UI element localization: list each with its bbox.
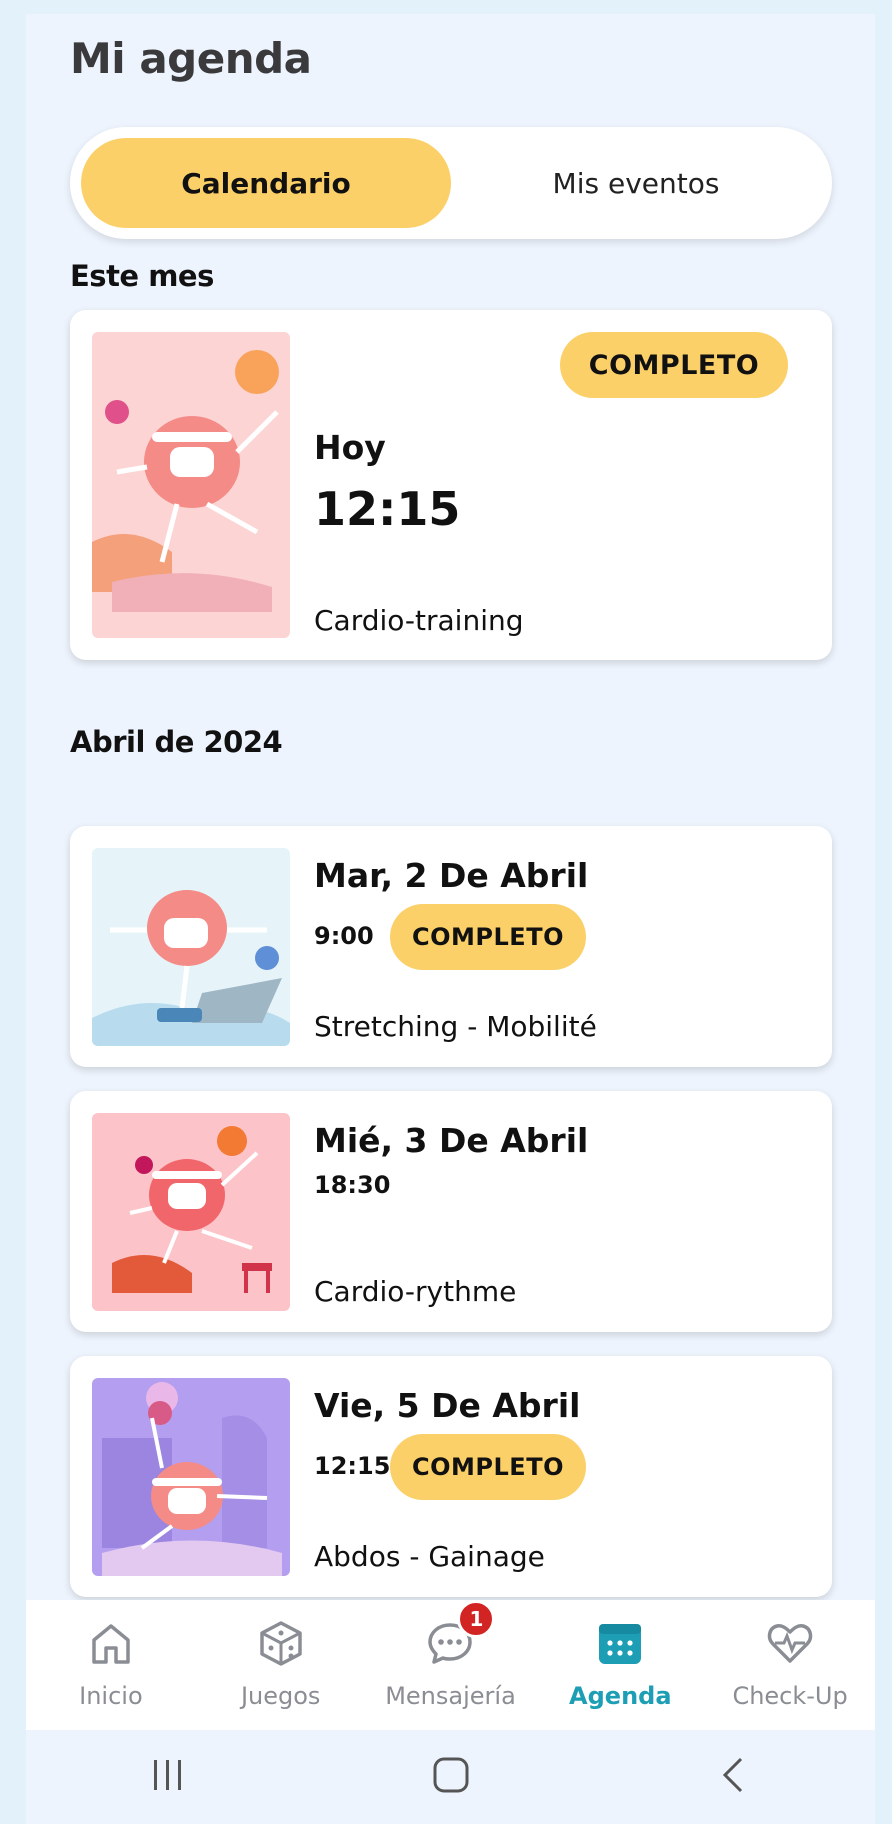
event-name: Abdos - Gainage <box>314 1540 545 1573</box>
nav-label: Agenda <box>569 1682 672 1710</box>
event-time: 12:15 <box>314 1452 391 1480</box>
event-date: Hoy <box>314 428 386 467</box>
nav-item-inicio[interactable]: Inicio <box>26 1600 196 1730</box>
event-card[interactable]: Mié, 3 De Abril 18:30 Cardio-rythme <box>70 1091 832 1332</box>
heart-pulse-icon <box>765 1618 815 1668</box>
section-title-this-month: Este mes <box>70 259 214 293</box>
event-thumbnail <box>92 1378 290 1576</box>
system-nav-bar <box>26 1730 875 1824</box>
status-badge: COMPLETO <box>560 332 788 398</box>
home-icon <box>86 1618 136 1668</box>
event-date: Mar, 2 De Abril <box>314 856 589 895</box>
nav-label: Check-Up <box>732 1682 848 1710</box>
tab-calendario[interactable]: Calendario <box>81 138 451 228</box>
event-thumbnail <box>92 1113 290 1311</box>
tab-mis-eventos[interactable]: Mis eventos <box>451 138 821 228</box>
event-card[interactable]: Mar, 2 De Abril 9:00 COMPLETO Stretching… <box>70 826 832 1067</box>
event-thumbnail <box>92 332 290 638</box>
status-badge: COMPLETO <box>390 1434 586 1500</box>
event-thumbnail <box>92 848 290 1046</box>
event-time: 18:30 <box>314 1171 391 1199</box>
nav-item-agenda[interactable]: Agenda <box>535 1600 705 1730</box>
back-icon[interactable] <box>714 1755 754 1799</box>
home-button-icon[interactable] <box>431 1755 471 1799</box>
event-card[interactable]: COMPLETO Hoy 12:15 Cardio-training <box>70 310 832 660</box>
event-name: Stretching - Mobilité <box>314 1010 597 1043</box>
status-badge: COMPLETO <box>390 904 586 970</box>
nav-item-mensajeria[interactable]: 1 Mensajería <box>366 1600 536 1730</box>
nav-label: Mensajería <box>385 1682 516 1710</box>
view-toggle: Calendario Mis eventos <box>70 127 832 239</box>
event-date: Vie, 5 De Abril <box>314 1386 581 1425</box>
nav-item-check-up[interactable]: Check-Up <box>705 1600 875 1730</box>
nav-label: Inicio <box>79 1682 143 1710</box>
event-card[interactable]: Vie, 5 De Abril 12:15 COMPLETO Abdos - G… <box>70 1356 832 1597</box>
bottom-nav: Inicio Juegos 1 Mensajería Agenda Check-… <box>26 1600 875 1730</box>
event-name: Cardio-training <box>314 604 524 637</box>
nav-label: Juegos <box>240 1682 321 1710</box>
calendar-icon <box>595 1618 645 1668</box>
chat-icon: 1 <box>425 1600 496 1668</box>
recent-apps-icon[interactable] <box>148 1755 188 1799</box>
event-time: 9:00 <box>314 922 374 950</box>
event-time: 12:15 <box>314 482 461 536</box>
dice-icon <box>256 1618 306 1668</box>
app-screen: Mi agenda Calendario Mis eventos Este me… <box>26 14 875 1824</box>
section-title-april: Abril de 2024 <box>70 725 283 759</box>
page-title: Mi agenda <box>70 34 312 83</box>
nav-item-juegos[interactable]: Juegos <box>196 1600 366 1730</box>
event-date: Mié, 3 De Abril <box>314 1121 589 1160</box>
event-name: Cardio-rythme <box>314 1275 517 1308</box>
notification-badge: 1 <box>457 1600 496 1638</box>
